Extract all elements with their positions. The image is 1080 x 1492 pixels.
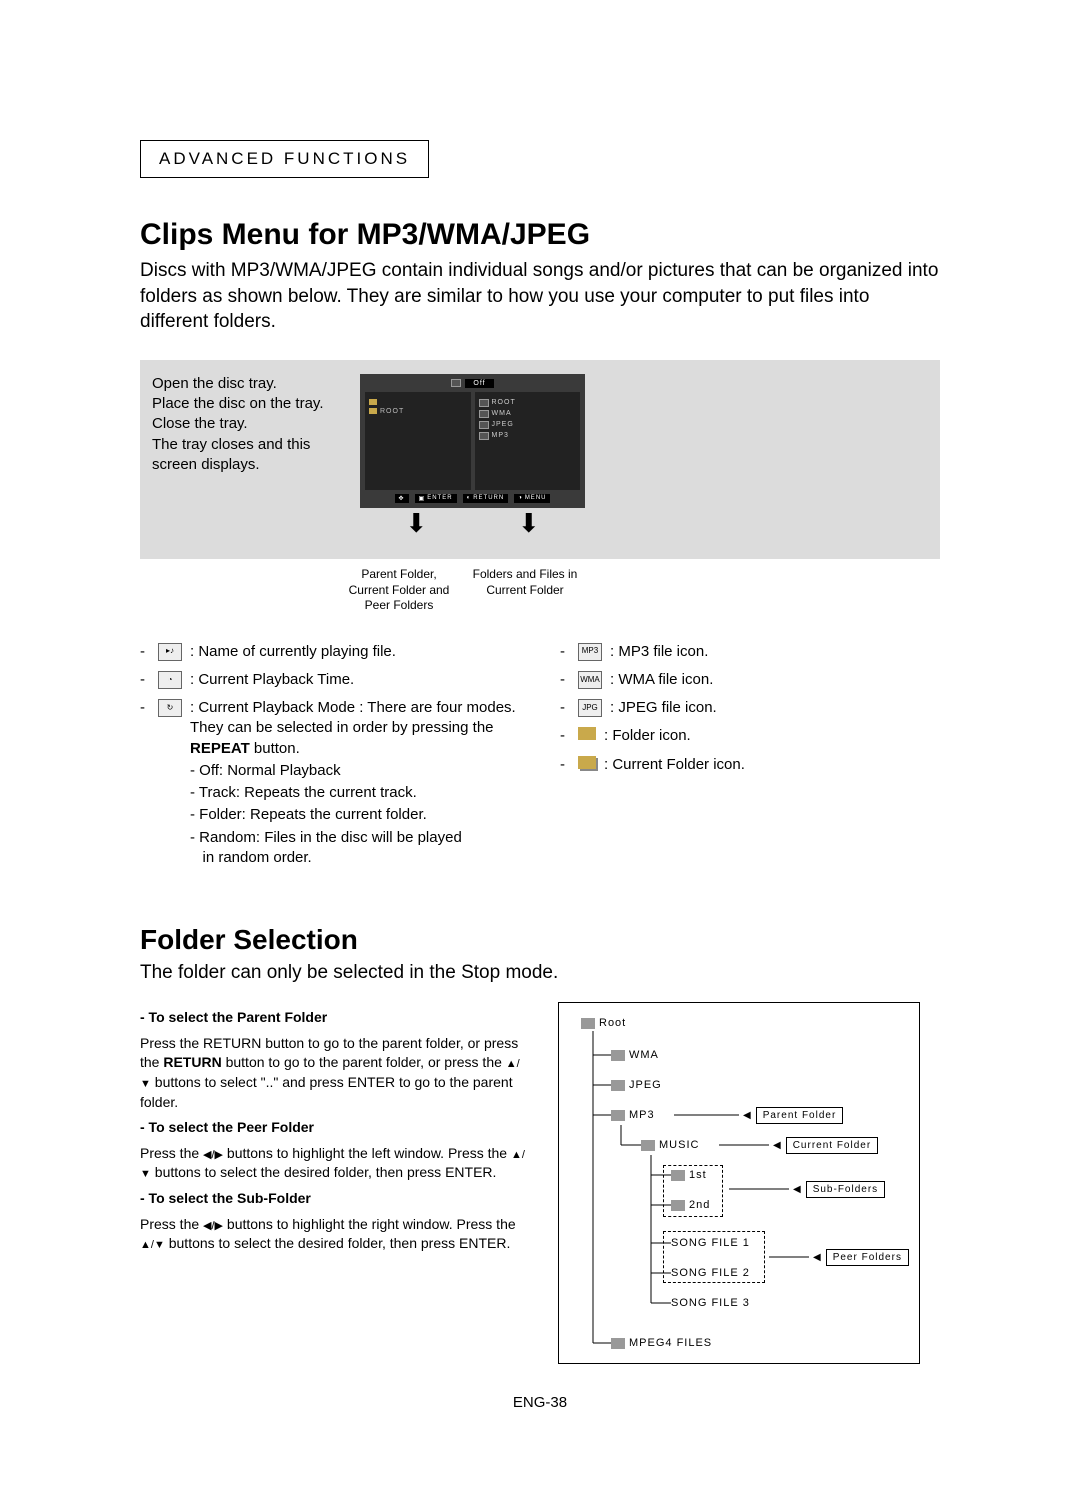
legend-text: : Name of currently playing file. — [190, 642, 520, 662]
osd-menu-btn: ◑MENU — [514, 494, 550, 503]
legend-sub: - Random: Files in the disc will be play… — [190, 828, 520, 869]
current-folder-icon — [578, 756, 596, 769]
folder-icon — [641, 1140, 655, 1151]
legend-text: : Folder icon. — [604, 726, 940, 746]
caption-right: Folders and Files in Current Folder — [466, 567, 584, 614]
folder-icon — [369, 408, 377, 414]
legend-text: : Current Playback Mode : There are four… — [190, 699, 516, 757]
legend-text: : WMA file icon. — [610, 670, 940, 690]
label-peer-folders: Peer Folders — [826, 1249, 909, 1266]
osd-off-indicator: Off — [465, 379, 493, 388]
caption-left: Parent Folder, Current Folder and Peer F… — [340, 567, 458, 614]
arrow-down-icon: ⬇ — [473, 508, 586, 539]
label-parent-folder: Parent Folder — [756, 1107, 844, 1124]
jpeg-file-icon: JPG — [578, 699, 602, 717]
page-number: ENG-38 — [140, 1394, 940, 1411]
repeat-icon: ↻ — [158, 699, 182, 717]
osd-left-panel: ROOT — [365, 392, 471, 490]
file-icon — [479, 432, 489, 440]
osd-enter-btn: ▣ENTER — [415, 494, 457, 503]
section-heading: Folder Selection — [140, 924, 940, 956]
label-current-folder: Current Folder — [786, 1137, 878, 1154]
legend-text: : MP3 file icon. — [610, 642, 940, 662]
arrow-down-icon: ⬇ — [360, 508, 473, 539]
folder-icon — [611, 1050, 625, 1061]
folder-icon — [369, 399, 377, 405]
file-icon — [479, 421, 489, 429]
wma-file-icon: WMA — [578, 671, 602, 689]
osd-right-panel: ROOT WMA JPEG MP3 — [475, 392, 581, 490]
instruction-heading: - To select the Parent Folder — [140, 1008, 530, 1028]
osd-root-label: ROOT — [380, 408, 404, 415]
label-sub-folders: Sub-Folders — [806, 1181, 885, 1198]
instruction-heading: - To select the Peer Folder — [140, 1118, 530, 1138]
now-playing-icon: ▸♪ — [158, 643, 182, 661]
file-icon — [479, 410, 489, 418]
clock-icon: ◔ — [158, 671, 182, 689]
screenshot-row: Open the disc tray.Place the disc on the… — [140, 360, 940, 559]
folder-icon — [581, 1018, 595, 1029]
folder-icon — [578, 727, 596, 740]
folder-icon — [611, 1338, 625, 1349]
legend-sub: - Folder: Repeats the current folder. — [190, 805, 520, 825]
osd-nav-icon: ✥ — [395, 494, 409, 503]
section-label: ADVANCED FUNCTIONS — [140, 140, 429, 178]
instruction-heading: - To select the Sub-Folder — [140, 1189, 530, 1209]
legend-text: : Current Folder icon. — [604, 755, 940, 775]
osd-return-btn: ◐RETURN — [463, 494, 509, 503]
folder-tree-diagram: Root WMA JPEG MP3 MUSIC 1st 2nd SONG FIL… — [558, 1002, 920, 1364]
folder-instructions: - To select the Parent Folder Press the … — [140, 1002, 530, 1260]
icon-legend: - ▸♪ : Name of currently playing file. -… — [140, 642, 940, 877]
disc-steps: Open the disc tray.Place the disc on the… — [152, 374, 342, 475]
folder-icon — [611, 1080, 625, 1091]
section-intro: The folder can only be selected in the S… — [140, 962, 940, 984]
status-icon — [451, 379, 461, 387]
legend-sub: - Track: Repeats the current track. — [190, 783, 520, 803]
page-title: Clips Menu for MP3/WMA/JPEG — [140, 218, 940, 252]
folder-icon — [611, 1110, 625, 1121]
mp3-file-icon: MP3 — [578, 643, 602, 661]
legend-text: : Current Playback Time. — [190, 670, 520, 690]
peer-group — [663, 1231, 765, 1283]
legend-sub: - Off: Normal Playback — [190, 761, 520, 781]
subfolder-group — [663, 1165, 723, 1217]
file-icon — [479, 399, 489, 407]
onscreen-display: Off ROOT ROOT WMA JPEG MP3 ✥ — [360, 374, 585, 508]
intro-paragraph: Discs with MP3/WMA/JPEG contain individu… — [140, 258, 940, 335]
legend-text: : JPEG file icon. — [610, 698, 940, 718]
